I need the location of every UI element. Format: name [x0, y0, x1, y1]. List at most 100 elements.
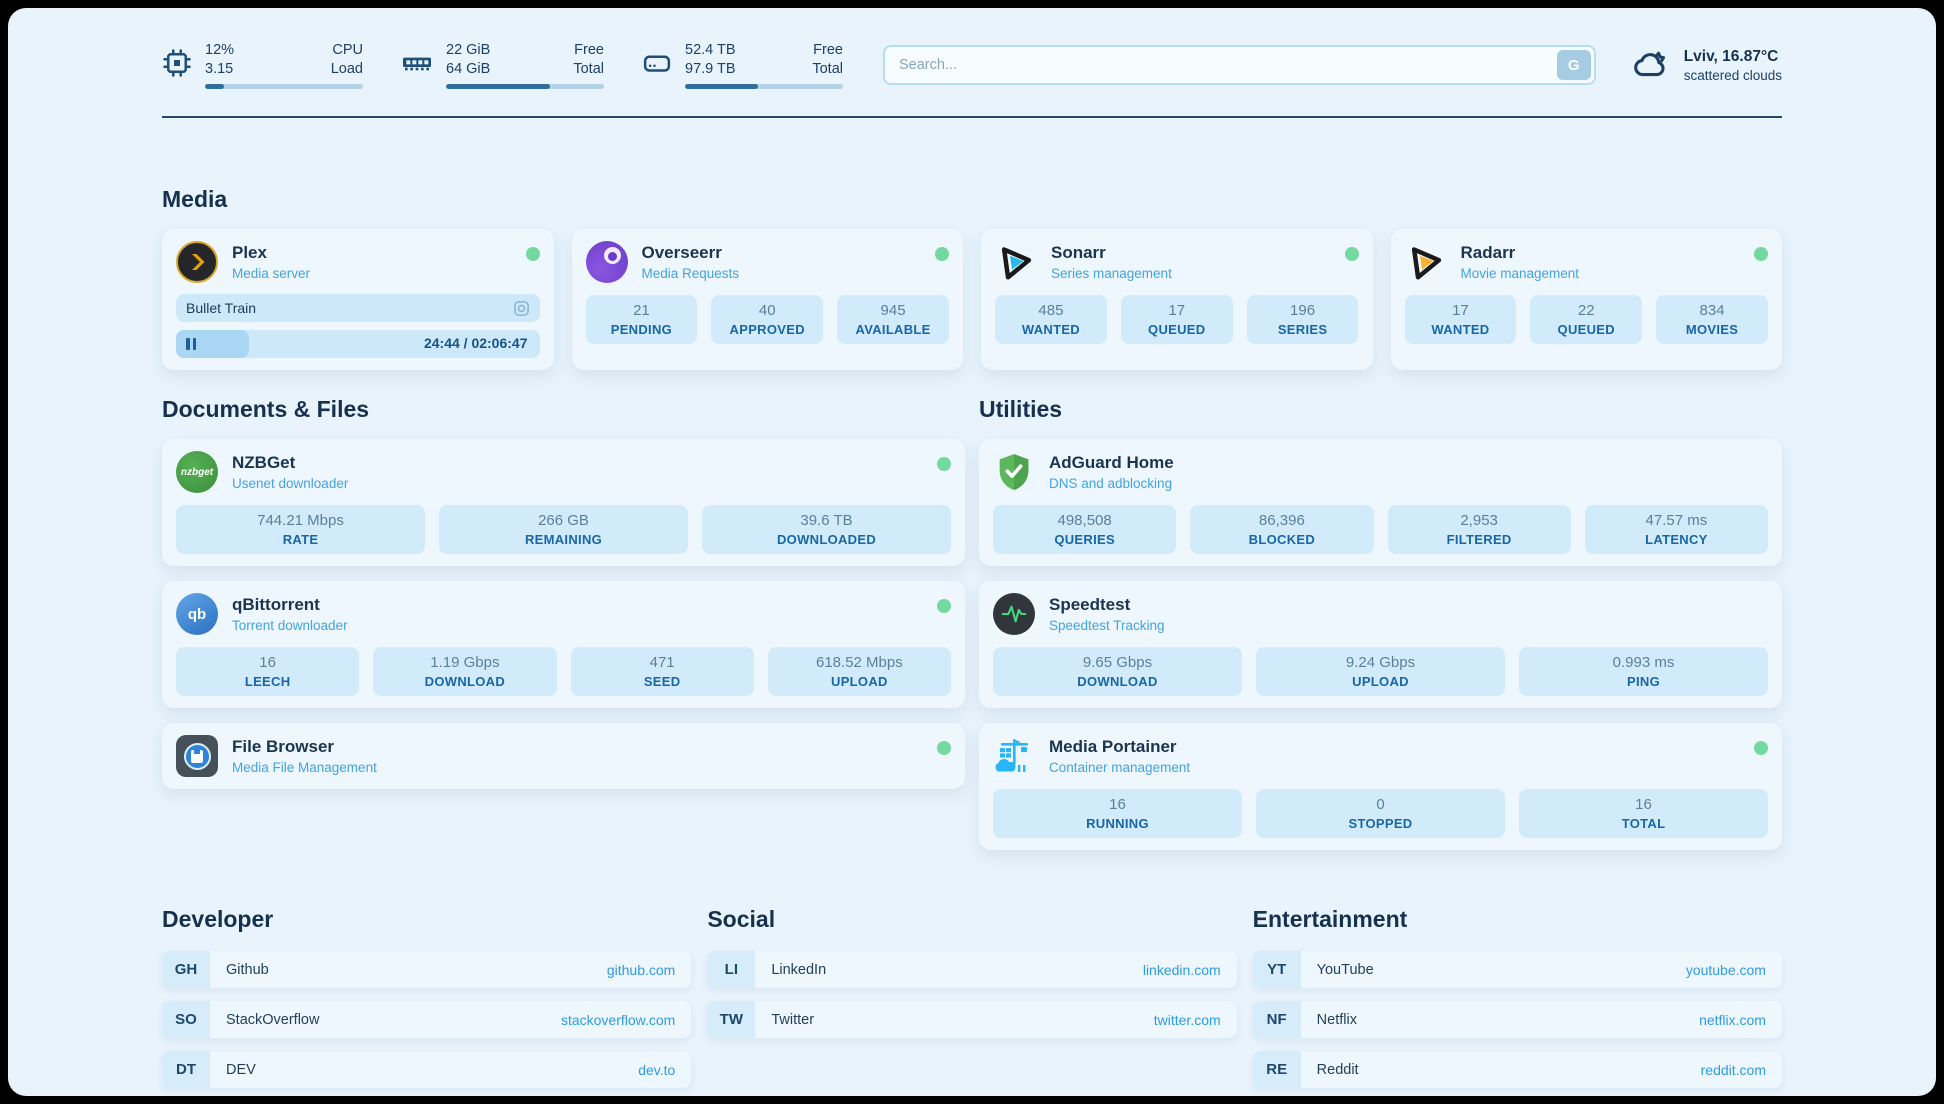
radarr-title-link[interactable]: Radarr Movie management — [1461, 243, 1580, 281]
speedtest-title-link[interactable]: Speedtest Speedtest Tracking — [1049, 595, 1165, 633]
speedtest-icon[interactable] — [993, 593, 1035, 635]
cpu-load-label: Load — [331, 60, 363, 79]
app-name: Media Portainer — [1049, 737, 1190, 757]
stat-label: DOWNLOAD — [377, 674, 552, 689]
section-title-documents: Documents & Files — [162, 396, 965, 423]
qbittorrent-icon[interactable]: qb — [176, 593, 218, 635]
stat-box: 618.52 MbpsUPLOAD — [768, 647, 951, 696]
search-bar: G — [883, 45, 1596, 85]
link-linkedin[interactable]: LI LinkedIn linkedin.com — [707, 951, 1236, 988]
disk-free-label: Free — [812, 41, 843, 60]
qbittorrent-title-link[interactable]: qBittorrent Torrent downloader — [232, 595, 348, 633]
radarr-icon[interactable] — [1405, 241, 1447, 283]
app-name: AdGuard Home — [1049, 453, 1174, 473]
stat-value: 16 — [1523, 796, 1764, 813]
stat-value: 485 — [999, 302, 1103, 319]
app-name: Speedtest — [1049, 595, 1165, 615]
section-title-developer: Developer — [162, 906, 691, 933]
nzbget-title-link[interactable]: NZBGet Usenet downloader — [232, 453, 348, 491]
disk-icon — [642, 48, 672, 83]
adguard-title-link[interactable]: AdGuard Home DNS and adblocking — [1049, 453, 1174, 491]
nzbget-icon[interactable]: nzbget — [176, 451, 218, 493]
link-dev[interactable]: DT DEV dev.to — [162, 1051, 691, 1088]
cpu-load-value: 3.15 — [205, 60, 234, 79]
stat-value: 945 — [841, 302, 945, 319]
app-subtitle: Usenet downloader — [232, 476, 348, 491]
stat-label: APPROVED — [715, 322, 819, 337]
stat-value: 266 GB — [443, 512, 684, 529]
app-name: Radarr — [1461, 243, 1580, 263]
stat-box: 21PENDING — [586, 295, 698, 344]
stat-box: 86,396BLOCKED — [1190, 505, 1373, 554]
link-reddit[interactable]: RE Reddit reddit.com — [1253, 1051, 1782, 1088]
link-youtube[interactable]: YT YouTube youtube.com — [1253, 951, 1782, 988]
link-stackoverflow[interactable]: SO StackOverflow stackoverflow.com — [162, 1001, 691, 1038]
stat-box: 744.21 Mbps RATE — [176, 505, 425, 554]
cloud-icon — [1630, 46, 1670, 85]
stat-box: 1.19 GbpsDOWNLOAD — [373, 647, 556, 696]
adguard-icon[interactable] — [993, 451, 1035, 493]
filebrowser-title-link[interactable]: File Browser Media File Management — [232, 737, 377, 775]
plex-title-link[interactable]: Plex Media server — [232, 243, 310, 281]
portainer-icon[interactable] — [993, 735, 1035, 777]
card-overseerr: Overseerr Media Requests 21PENDING 40APP… — [572, 229, 964, 370]
app-subtitle: Movie management — [1461, 266, 1580, 281]
link-netflix[interactable]: NF Netflix netflix.com — [1253, 1001, 1782, 1038]
link-abbr: LI — [707, 951, 755, 988]
app-subtitle: Speedtest Tracking — [1049, 618, 1165, 633]
link-abbr: YT — [1253, 951, 1301, 988]
filebrowser-icon[interactable] — [176, 735, 218, 777]
plex-icon[interactable] — [176, 241, 218, 283]
link-name: Reddit — [1301, 1051, 1359, 1088]
sonarr-title-link[interactable]: Sonarr Series management — [1051, 243, 1172, 281]
social-links: Social LI LinkedIn linkedin.com TW Twitt… — [707, 906, 1236, 1096]
disk-free-value: 52.4 TB — [685, 41, 736, 60]
app-name: Overseerr — [642, 243, 740, 263]
stat-value: 17 — [1409, 302, 1513, 319]
overseerr-title-link[interactable]: Overseerr Media Requests — [642, 243, 740, 281]
stat-label: DOWNLOAD — [997, 674, 1238, 689]
link-abbr: NF — [1253, 1001, 1301, 1038]
disk-total-label: Total — [812, 60, 843, 79]
two-column-area: Documents & Files nzbget NZBGet Usenet d… — [162, 396, 1782, 850]
card-filebrowser: File Browser Media File Management — [162, 723, 965, 789]
stat-value: 196 — [1251, 302, 1355, 319]
search-provider-button[interactable]: G — [1557, 50, 1591, 80]
section-title-utilities: Utilities — [979, 396, 1782, 423]
card-nzbget: nzbget NZBGet Usenet downloader 744.21 M… — [162, 439, 965, 566]
card-speedtest: Speedtest Speedtest Tracking 9.65 GbpsDO… — [979, 581, 1782, 708]
stat-label: PING — [1523, 674, 1764, 689]
ram-stat: 22 GiB 64 GiB Free Total — [401, 41, 604, 90]
stat-box: 471SEED — [571, 647, 754, 696]
stat-value: 0 — [1260, 796, 1501, 813]
portainer-title-link[interactable]: Media Portainer Container management — [1049, 737, 1190, 775]
documents-column: Documents & Files nzbget NZBGet Usenet d… — [162, 396, 965, 850]
cpu-chip-icon — [162, 48, 192, 83]
stat-label: RATE — [180, 532, 421, 547]
link-github[interactable]: GH Github github.com — [162, 951, 691, 988]
search-input[interactable] — [883, 45, 1596, 85]
link-url: netflix.com — [1699, 1001, 1782, 1038]
app-name: File Browser — [232, 737, 377, 757]
card-plex: Plex Media server Bullet Train 24:44 / 0… — [162, 229, 554, 370]
ram-free-label: Free — [573, 41, 604, 60]
stat-value: 744.21 Mbps — [180, 512, 421, 529]
stat-value: 2,953 — [1392, 512, 1567, 529]
status-dot — [935, 247, 949, 261]
stat-box: 16TOTAL — [1519, 789, 1768, 838]
playback-time: 24:44 / 02:06:47 — [424, 335, 528, 351]
card-portainer: Media Portainer Container management 16R… — [979, 723, 1782, 850]
overseerr-icon[interactable] — [586, 241, 628, 283]
app-subtitle: Series management — [1051, 266, 1172, 281]
stat-box: 9.65 GbpsDOWNLOAD — [993, 647, 1242, 696]
disk-total-value: 97.9 TB — [685, 60, 736, 79]
link-twitter[interactable]: TW Twitter twitter.com — [707, 1001, 1236, 1038]
ram-icon — [401, 47, 433, 84]
stat-box: 0STOPPED — [1256, 789, 1505, 838]
app-subtitle: Container management — [1049, 760, 1190, 775]
status-dot — [526, 247, 540, 261]
sonarr-icon[interactable] — [995, 241, 1037, 283]
link-name: StackOverflow — [210, 1001, 319, 1038]
stat-label: DOWNLOADED — [706, 532, 947, 547]
session-icon[interactable] — [513, 300, 530, 317]
